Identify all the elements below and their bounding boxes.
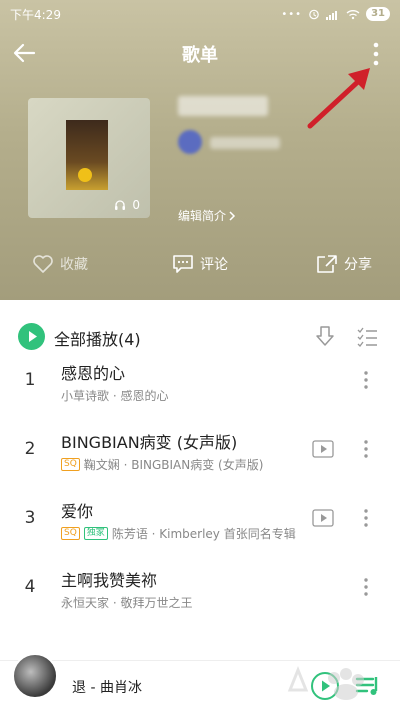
playlist-title-blurred (178, 96, 268, 116)
song-meta: 永恒天家 · 敬拜万世之王 (61, 594, 192, 611)
playlist-actions: 收藏 评论 分享 (0, 246, 400, 282)
song-artist-album: 陈芳语 · Kimberley 首张同名专辑 (111, 527, 296, 541)
playlist-queue-icon[interactable] (355, 673, 383, 699)
listen-count-value: 0 (132, 198, 140, 212)
battery-indicator: 31 (366, 7, 390, 21)
heart-icon (33, 255, 53, 273)
page-title: 歌单 (182, 45, 218, 66)
comment-label: 评论 (200, 257, 228, 273)
share-label: 分享 (344, 257, 372, 273)
song-title: 主啊我赞美祢 (61, 571, 158, 590)
nav-bar: 歌单 (0, 28, 400, 78)
share-button[interactable]: 分享 (316, 246, 372, 282)
mini-play-icon[interactable] (310, 671, 340, 701)
mini-player[interactable]: 退 - 曲肖冰 (0, 653, 400, 711)
play-all-label[interactable]: 全部播放(4) (54, 326, 141, 350)
cover-flower (78, 168, 92, 182)
song-title: 感恩的心 (61, 364, 126, 383)
song-meta: SQ 鞠文娴 · BINGBIAN病变 (女声版) (61, 456, 263, 473)
song-artist-album: 永恒天家 · 敬拜万世之王 (61, 596, 193, 610)
song-index: 3 (24, 508, 36, 528)
playlist-cover[interactable]: 0 (28, 98, 150, 218)
notification-dots-icon: ••• (281, 8, 303, 20)
headphones-icon (115, 200, 126, 210)
song-more-icon[interactable] (358, 368, 374, 392)
comment-icon (173, 255, 193, 273)
mv-play-icon[interactable] (312, 440, 334, 458)
sq-badge: SQ (61, 527, 80, 540)
song-index: 1 (24, 370, 36, 390)
signal-icon (326, 10, 338, 20)
creator-avatar[interactable] (178, 130, 202, 154)
song-artist-album: 小草诗歌 · 感恩的心 (61, 389, 169, 403)
status-bar: 下午4:29 ••• 31 (0, 0, 400, 28)
song-more-icon[interactable] (358, 437, 374, 461)
share-icon (317, 255, 337, 273)
song-row[interactable]: 4 主啊我赞美祢 永恒天家 · 敬拜万世之王 (0, 559, 400, 627)
song-meta: 小草诗歌 · 感恩的心 (61, 387, 168, 404)
creator-name-blurred (210, 137, 280, 149)
now-playing-title[interactable]: 退 - 曲肖冰 (72, 677, 142, 697)
listen-count: 0 (114, 198, 140, 212)
exclusive-badge: 独家 (83, 527, 108, 540)
song-meta: SQ 独家 陈芳语 · Kimberley 首张同名专辑 (61, 525, 296, 542)
song-row[interactable]: 1 感恩的心 小草诗歌 · 感恩的心 (0, 352, 400, 420)
comment-button[interactable]: 评论 (172, 246, 228, 282)
edit-intro-label: 编辑简介 (178, 209, 227, 223)
edit-intro-link[interactable]: 编辑简介 (178, 207, 236, 224)
song-index: 2 (24, 439, 36, 459)
song-title: BINGBIAN病变 (女声版) (61, 433, 238, 452)
song-more-icon[interactable] (358, 506, 374, 530)
song-index: 4 (24, 577, 36, 597)
now-playing-cover[interactable] (12, 653, 58, 699)
multi-select-icon[interactable] (356, 324, 378, 348)
alarm-icon (309, 9, 319, 20)
more-options-icon[interactable] (362, 38, 390, 70)
song-list-panel: 全部播放(4) 1 感恩的心 小草诗歌 · 感恩的心 2 BINGBIAN病变 … (0, 300, 400, 660)
download-icon[interactable] (314, 324, 336, 348)
sq-badge: SQ (61, 458, 80, 471)
song-more-icon[interactable] (358, 575, 374, 599)
song-title: 爱你 (61, 502, 94, 521)
song-row[interactable]: 2 BINGBIAN病变 (女声版) SQ 鞠文娴 · BINGBIAN病变 (… (0, 421, 400, 489)
wifi-icon (346, 9, 360, 19)
chevron-right-icon (229, 210, 236, 221)
status-icons: ••• 31 (281, 7, 390, 21)
favorite-button[interactable]: 收藏 (32, 246, 88, 282)
song-artist-album: 鞠文娴 · BINGBIAN病变 (女声版) (83, 458, 264, 472)
status-time: 下午4:29 (10, 7, 61, 22)
play-icon (29, 331, 37, 342)
play-all-button[interactable] (18, 323, 45, 350)
song-row[interactable]: 3 爱你 SQ 独家 陈芳语 · Kimberley 首张同名专辑 (0, 490, 400, 558)
favorite-label: 收藏 (60, 257, 88, 273)
mv-play-icon[interactable] (312, 509, 334, 527)
